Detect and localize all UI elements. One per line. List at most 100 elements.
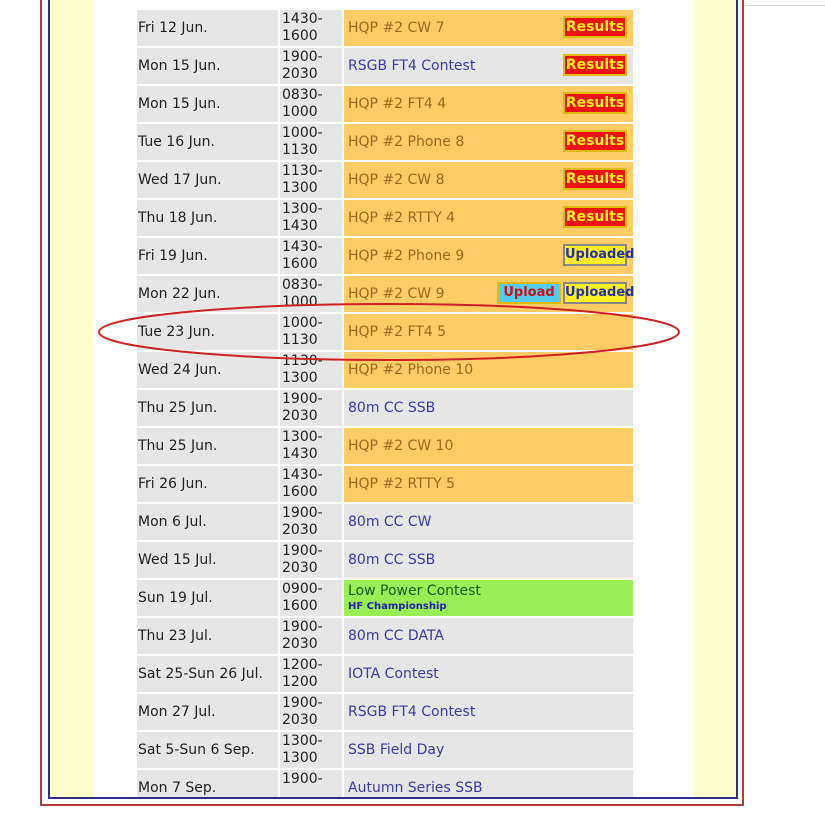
event-name[interactable]: IOTA Contest xyxy=(348,666,439,682)
results-button[interactable]: Results xyxy=(563,92,627,114)
row-event[interactable]: HQP #2 Phone 9 Uploaded xyxy=(344,238,634,274)
row-time: 1900- xyxy=(280,770,342,797)
event-subtitle: HF Championship xyxy=(348,601,447,612)
event-name[interactable]: HQP #2 CW 8 xyxy=(348,172,445,188)
row-event[interactable]: HQP #2 CW 10 xyxy=(344,428,633,464)
table-row: Wed 15 Jul. 1900-2030 80m CC SSB xyxy=(137,542,635,580)
row-time: 1900-2030 xyxy=(280,618,342,654)
event-name[interactable]: HQP #2 CW 9 xyxy=(348,286,445,302)
contest-schedule-panel: Fri 12 Jun. 1430-1600 HQP #2 CW 7 Results Mo… xyxy=(93,0,693,797)
table-row: Mon 27 Jul. 1900-2030 RSGB FT4 Contest xyxy=(137,694,635,732)
row-date: Tue 16 Jun. xyxy=(137,124,278,160)
row-event[interactable]: HQP #2 FT4 4 Results xyxy=(344,86,633,122)
table-row: Sun 19 Jul. 0900-1600 Low Power Contest HF … xyxy=(137,580,635,618)
row-event[interactable]: HQP #2 RTTY 5 xyxy=(344,466,633,502)
results-button[interactable]: Results xyxy=(563,130,627,152)
table-row: Thu 18 Jun. 1300-1430 HQP #2 RTTY 4 Results xyxy=(137,200,635,238)
row-event[interactable]: HQP #2 CW 7 Results xyxy=(344,10,633,46)
row-time: 0830-1000 xyxy=(280,86,342,122)
row-time: 1130-1300 xyxy=(280,162,342,198)
row-time: 1300-1430 xyxy=(280,428,342,464)
row-date: Thu 23 Jul. xyxy=(137,618,278,654)
table-row: Fri 12 Jun. 1430-1600 HQP #2 CW 7 Results xyxy=(137,10,635,48)
row-event[interactable]: RSGB FT4 Contest xyxy=(344,694,633,730)
row-date: Fri 26 Jun. xyxy=(137,466,278,502)
row-event[interactable]: SSB Field Day xyxy=(344,732,633,768)
row-date: Mon 27 Jul. xyxy=(137,694,278,730)
uploaded-button[interactable]: Uploaded xyxy=(563,282,634,304)
event-name[interactable]: 80m CC CW xyxy=(348,514,432,530)
row-event[interactable]: 80m CC SSB xyxy=(344,542,633,578)
row-date: Mon 6 Jul. xyxy=(137,504,278,540)
row-event[interactable]: IOTA Contest xyxy=(344,656,633,692)
table-row: Mon 6 Jul. 1900-2030 80m CC CW xyxy=(137,504,635,542)
row-time: 1900-2030 xyxy=(280,48,342,84)
row-event[interactable]: Autumn Series SSB xyxy=(344,770,633,797)
event-name[interactable]: SSB Field Day xyxy=(348,742,444,758)
row-date: Mon 15 Jun. xyxy=(137,86,278,122)
row-date: Fri 19 Jun. xyxy=(137,238,278,274)
row-event[interactable]: Low Power Contest HF Championship xyxy=(344,580,633,616)
row-date: Thu 25 Jun. xyxy=(137,390,278,426)
table-row: Mon 15 Jun. 0830-1000 HQP #2 FT4 4 Results xyxy=(137,86,635,124)
row-time: 1430-1600 xyxy=(280,466,342,502)
row-date: Mon 7 Sep. xyxy=(137,770,278,797)
row-date: Fri 12 Jun. xyxy=(137,10,278,46)
table-row: Fri 19 Jun. 1430-1600 HQP #2 Phone 9 Upload… xyxy=(137,238,635,276)
row-event[interactable]: HQP #2 Phone 8 Results xyxy=(344,124,633,160)
row-event[interactable]: RSGB FT4 Contest Results xyxy=(344,48,633,84)
row-time: 1430-1600 xyxy=(280,238,342,274)
row-time: 1900-2030 xyxy=(280,390,342,426)
row-time: 1200-1200 xyxy=(280,656,342,692)
table-row: Fri 26 Jun. 1430-1600 HQP #2 RTTY 5 xyxy=(137,466,635,504)
row-time: 1430-1600 xyxy=(280,10,342,46)
event-name[interactable]: Autumn Series SSB xyxy=(348,780,483,796)
row-event[interactable]: 80m CC SSB xyxy=(344,390,633,426)
highlight-ellipse xyxy=(98,303,680,361)
table-row: Wed 17 Jun. 1130-1300 HQP #2 CW 8 Results xyxy=(137,162,635,200)
row-event[interactable]: HQP #2 CW 8 Results xyxy=(344,162,633,198)
event-name[interactable]: HQP #2 RTTY 5 xyxy=(348,476,455,492)
row-date: Wed 17 Jun. xyxy=(137,162,278,198)
row-event[interactable]: 80m CC CW xyxy=(344,504,633,540)
event-name[interactable]: RSGB FT4 Contest xyxy=(348,58,475,74)
table-row: Mon 15 Jun. 1900-2030 RSGB FT4 Contest Resu… xyxy=(137,48,635,86)
table-row: Mon 7 Sep. 1900- Autumn Series SSB xyxy=(137,770,635,797)
results-button[interactable]: Results xyxy=(563,16,627,38)
table-row: Sat 25-Sun 26 Jul. 1200-1200 IOTA Contest xyxy=(137,656,635,694)
row-date: Thu 18 Jun. xyxy=(137,200,278,236)
uploaded-button[interactable]: Uploaded xyxy=(563,244,634,266)
row-time: 1300-1430 xyxy=(280,200,342,236)
row-event[interactable]: 80m CC DATA xyxy=(344,618,633,654)
event-name[interactable]: RSGB FT4 Contest xyxy=(348,704,475,720)
event-name[interactable]: Low Power Contest xyxy=(348,583,481,599)
row-date: Sun 19 Jul. xyxy=(137,580,278,616)
top-divider xyxy=(745,5,825,6)
row-time: 1300-1300 xyxy=(280,732,342,768)
table-row: Thu 25 Jun. 1300-1430 HQP #2 CW 10 xyxy=(137,428,635,466)
event-name[interactable]: HQP #2 FT4 4 xyxy=(348,96,446,112)
results-button[interactable]: Results xyxy=(563,54,627,76)
row-time: 0900-1600 xyxy=(280,580,342,616)
event-name[interactable]: HQP #2 Phone 10 xyxy=(348,362,473,378)
upload-button[interactable]: Upload xyxy=(497,282,561,304)
results-button[interactable]: Results xyxy=(563,206,627,228)
event-name[interactable]: 80m CC SSB xyxy=(348,400,435,416)
row-date: Sat 5-Sun 6 Sep. xyxy=(137,732,278,768)
row-date: Mon 15 Jun. xyxy=(137,48,278,84)
results-button[interactable]: Results xyxy=(563,168,627,190)
table-row: Thu 25 Jun. 1900-2030 80m CC SSB xyxy=(137,390,635,428)
row-time: 1900-2030 xyxy=(280,542,342,578)
event-name[interactable]: HQP #2 RTTY 4 xyxy=(348,210,455,226)
table-row: Thu 23 Jul. 1900-2030 80m CC DATA xyxy=(137,618,635,656)
row-time: 1900-2030 xyxy=(280,694,342,730)
event-name[interactable]: HQP #2 Phone 8 xyxy=(348,134,464,150)
event-name[interactable]: HQP #2 Phone 9 xyxy=(348,248,464,264)
row-event[interactable]: HQP #2 RTTY 4 Results xyxy=(344,200,633,236)
event-name[interactable]: 80m CC SSB xyxy=(348,552,435,568)
event-name[interactable]: HQP #2 CW 7 xyxy=(348,20,445,36)
row-date: Sat 25-Sun 26 Jul. xyxy=(137,656,278,692)
event-name[interactable]: HQP #2 CW 10 xyxy=(348,438,453,454)
event-name[interactable]: 80m CC DATA xyxy=(348,628,444,644)
row-date: Thu 25 Jun. xyxy=(137,428,278,464)
